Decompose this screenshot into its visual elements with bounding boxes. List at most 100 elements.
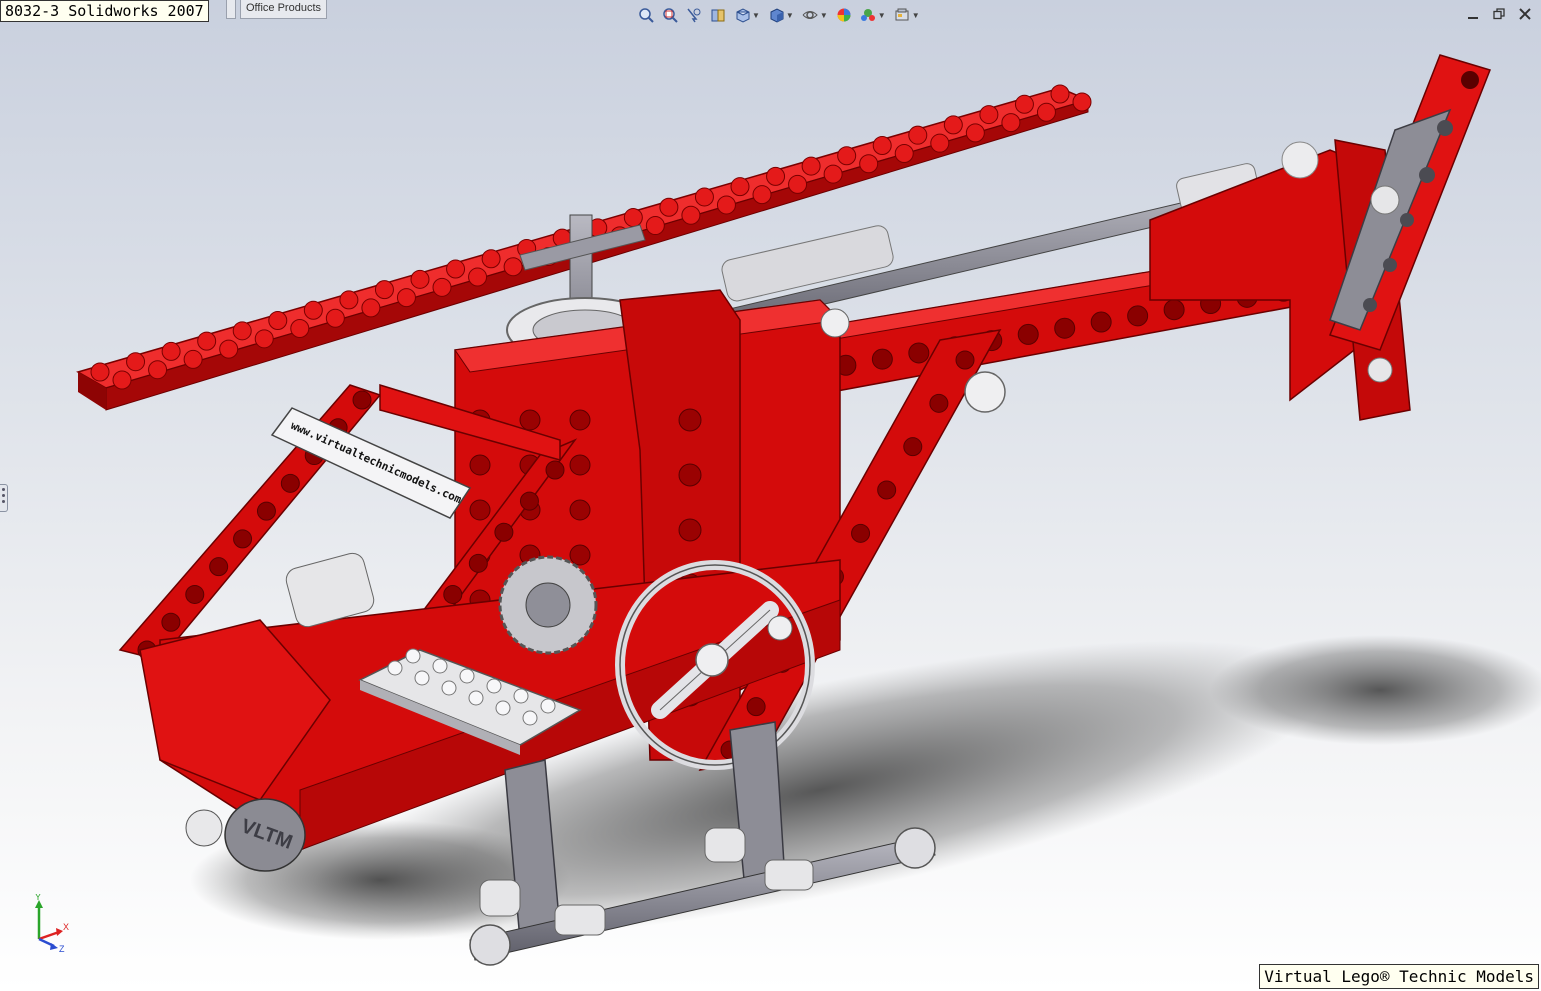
stud (432, 277, 452, 297)
stud (410, 269, 430, 289)
stud (396, 288, 416, 308)
stud (513, 688, 529, 704)
stud (894, 143, 914, 163)
beam-hole (209, 557, 229, 577)
beam-hole (569, 544, 591, 566)
stud (1050, 84, 1070, 104)
stud (766, 166, 786, 186)
stud (405, 648, 421, 664)
beam-hole (569, 499, 591, 521)
stud (540, 698, 556, 714)
stud (681, 205, 701, 225)
stud (716, 195, 736, 215)
beam-hole (955, 350, 975, 370)
beam-hole (280, 473, 300, 493)
beam-hole (468, 553, 488, 573)
stud (645, 216, 665, 236)
stud (414, 670, 430, 686)
stud (694, 187, 714, 207)
stud (1001, 113, 1021, 133)
beam-hole (851, 523, 871, 543)
stud (361, 298, 381, 318)
stud (290, 319, 310, 339)
stud (943, 115, 963, 135)
stud (752, 185, 772, 205)
inner-gear (498, 555, 598, 655)
beam-hole (443, 584, 463, 604)
beam-hole (519, 491, 539, 511)
beam-hole (469, 499, 491, 521)
beam-hole (877, 480, 897, 500)
stud (788, 174, 808, 194)
stud (486, 678, 502, 694)
triad-x-label: X (63, 922, 69, 932)
stud (908, 125, 928, 145)
beam-hole (1163, 299, 1185, 321)
beam-hole (569, 454, 591, 476)
stud (339, 290, 359, 310)
stud (481, 249, 501, 269)
stud (90, 362, 110, 382)
stud (468, 690, 484, 706)
stud (446, 259, 466, 279)
beam-hole (161, 612, 181, 632)
stud (303, 300, 323, 320)
stud (503, 257, 523, 277)
stud (459, 668, 475, 684)
stud (965, 123, 985, 143)
beam-hole (352, 390, 372, 410)
beam-hole (1017, 323, 1039, 345)
stud (623, 208, 643, 228)
beam-hole (1054, 317, 1076, 339)
beam-hole (1127, 305, 1149, 327)
stud (219, 339, 239, 359)
stud (268, 311, 288, 331)
tail-rotor-assembly (1149, 54, 1491, 421)
beam-hole (469, 454, 491, 476)
beam-hole (1090, 311, 1112, 333)
stud (823, 164, 843, 184)
stud (112, 370, 132, 390)
beam-hole (929, 393, 949, 413)
beam-hole (494, 522, 514, 542)
stud (441, 680, 457, 696)
triad-y-label: Y (35, 894, 41, 902)
beam-hole (678, 518, 702, 542)
stud (659, 197, 679, 217)
stud (254, 329, 274, 349)
stud (387, 660, 403, 676)
triad-z-label: Z (59, 944, 65, 954)
beam-hole (519, 409, 541, 431)
beam-hole (256, 501, 276, 521)
stud (979, 105, 999, 125)
beam-hole (903, 437, 923, 457)
stud (872, 135, 892, 155)
beam-hole (233, 529, 253, 549)
beam-hole (545, 460, 565, 480)
stud (148, 360, 168, 380)
watermark-label: Virtual Lego® Technic Models (1259, 964, 1539, 989)
beam-hole (569, 409, 591, 431)
stud (495, 700, 511, 716)
beam-hole (185, 584, 205, 604)
stud (325, 308, 345, 328)
beam-hole (908, 342, 930, 364)
stud (801, 156, 821, 176)
beam-hole (871, 348, 893, 370)
beam-hole (678, 408, 702, 432)
stud (374, 280, 394, 300)
model-viewport[interactable]: www.virtualtechnicmodels.com VLTM (0, 0, 1541, 991)
stud (232, 321, 252, 341)
stud (126, 352, 146, 372)
stud (183, 349, 203, 369)
stud (468, 267, 488, 287)
stud (161, 341, 181, 361)
beam-hole (746, 697, 766, 717)
stud (197, 331, 217, 351)
stud (837, 146, 857, 166)
stud (432, 658, 448, 674)
stud (522, 710, 538, 726)
stud (730, 177, 750, 197)
stud (1014, 94, 1034, 114)
stud (859, 154, 879, 174)
